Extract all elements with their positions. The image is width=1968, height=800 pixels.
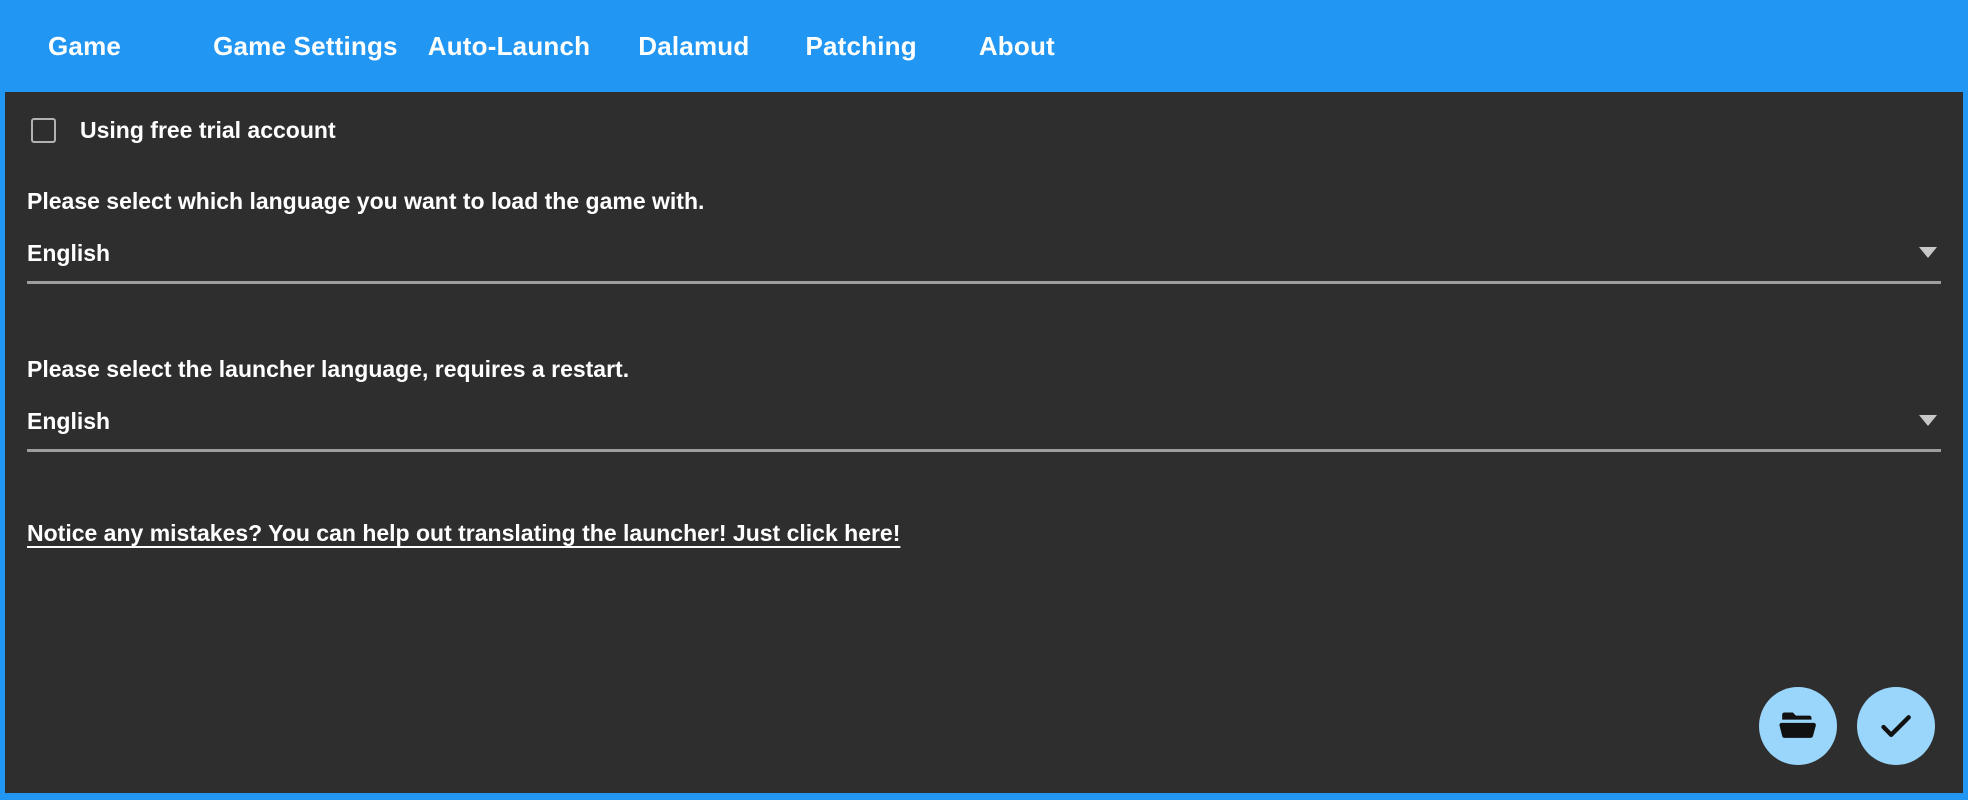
tab-patching[interactable]: Patching xyxy=(805,25,916,68)
free-trial-checkbox-row[interactable]: Using free trial account xyxy=(31,117,336,144)
tab-dalamud[interactable]: Dalamud xyxy=(638,25,749,68)
settings-panel: Using free trial account Please select w… xyxy=(5,92,1963,793)
tab-bar: Game Game Settings Auto-Launch Dalamud P… xyxy=(5,0,1963,92)
tab-about[interactable]: About xyxy=(979,25,1055,68)
game-language-label: Please select which language you want to… xyxy=(27,188,705,214)
launcher-language-label: Please select the launcher language, req… xyxy=(27,356,630,382)
chevron-down-icon[interactable] xyxy=(1919,247,1937,258)
launcher-language-field: Please select the launcher language, req… xyxy=(27,356,1941,452)
game-language-field: Please select which language you want to… xyxy=(27,188,1941,284)
tab-game-settings[interactable]: Game Settings xyxy=(213,25,398,68)
game-language-value: English xyxy=(27,240,111,266)
tab-auto-launch[interactable]: Auto-Launch xyxy=(428,25,591,68)
chevron-down-icon[interactable] xyxy=(1919,415,1937,426)
tab-game[interactable]: Game xyxy=(48,25,121,68)
check-icon xyxy=(1876,706,1916,746)
launcher-window: Game Game Settings Auto-Launch Dalamud P… xyxy=(0,0,1968,800)
game-language-select[interactable]: English xyxy=(27,233,1941,284)
launcher-language-select[interactable]: English xyxy=(27,401,1941,452)
translate-launcher-link[interactable]: Notice any mistakes? You can help out tr… xyxy=(27,520,900,547)
open-folder-button[interactable] xyxy=(1759,687,1837,765)
free-trial-label: Using free trial account xyxy=(80,117,336,143)
checkbox-unchecked-icon[interactable] xyxy=(31,118,56,143)
open-folder-icon xyxy=(1778,706,1818,746)
action-button-row xyxy=(1759,687,1935,765)
confirm-button[interactable] xyxy=(1857,687,1935,765)
launcher-language-value: English xyxy=(27,408,111,434)
